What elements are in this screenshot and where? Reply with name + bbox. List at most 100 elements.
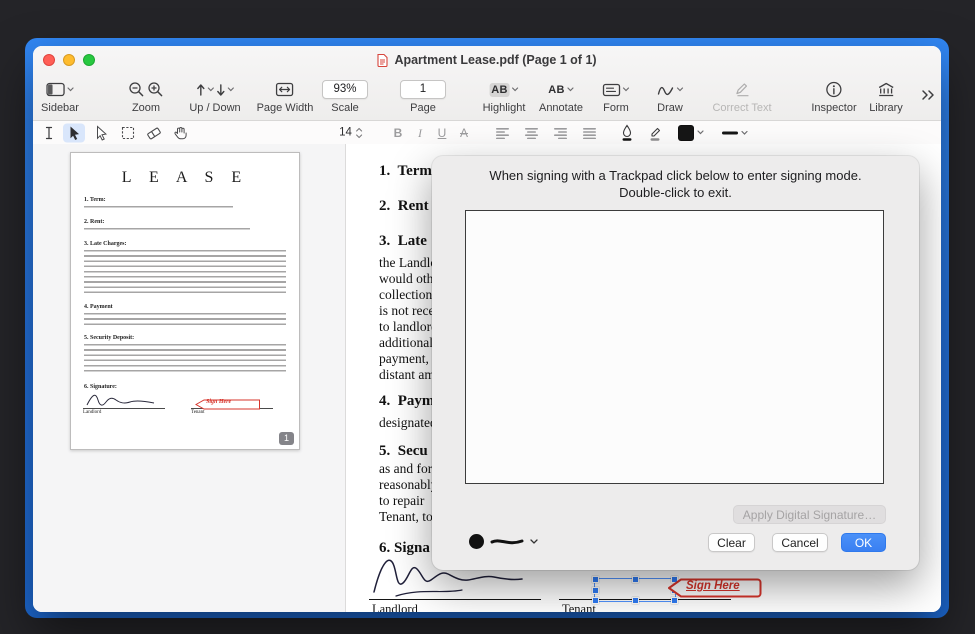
text-select-tool[interactable] <box>45 126 54 140</box>
toolbar-inspector-button[interactable]: Inspector <box>811 80 856 114</box>
align-right-button[interactable] <box>554 127 568 139</box>
stroke-options-chevron-icon[interactable] <box>530 539 538 545</box>
align-left-icon <box>496 127 510 139</box>
marquee-select-tool[interactable] <box>122 126 135 139</box>
toolbar-pagewidth-button[interactable]: Page Width <box>257 80 314 114</box>
marker-icon <box>649 124 662 141</box>
thumbnail-landlord-label: Landlord <box>83 410 101 415</box>
toolbar-draw-button[interactable]: Draw <box>657 80 684 114</box>
titlebar: Apartment Lease.pdf (Page 1 of 1) <box>33 46 941 74</box>
thumbnail-text-lines <box>84 344 286 374</box>
arrow-down-icon <box>216 83 225 97</box>
toolbar-zoom-buttons[interactable]: Zoom <box>128 80 164 114</box>
align-left-button[interactable] <box>496 127 510 139</box>
thumbnail-clause: 5. Security Deposit: <box>84 335 286 374</box>
draw-icon <box>657 80 684 99</box>
chevron-down-icon <box>227 87 234 92</box>
doc-heading: 5. Secu <box>379 443 428 459</box>
hand-icon <box>175 126 188 140</box>
thumbnail-sign-here-flag: Sign Here <box>195 397 261 408</box>
color-swatch-button[interactable] <box>678 125 704 141</box>
app-window: Apartment Lease.pdf (Page 1 of 1) Sideba… <box>33 46 941 612</box>
arrow-up-icon <box>196 83 205 97</box>
pointer-tool-selected[interactable] <box>63 123 85 142</box>
doc-heading: 2. Rent <box>379 198 429 214</box>
toolbar-overflow-button[interactable] <box>921 88 935 106</box>
align-justify-button[interactable] <box>583 127 597 139</box>
cancel-button[interactable]: Cancel <box>772 533 828 552</box>
inspector-icon <box>826 80 843 99</box>
page-thumbnail[interactable]: L E A S E 1. Term: 2. Rent: 3. Late Char… <box>70 152 300 450</box>
main-toolbar: Sidebar Zoom Up / Do <box>33 74 941 120</box>
double-chevron-right-icon <box>921 89 935 101</box>
font-size-stepper[interactable]: 14 <box>339 126 363 139</box>
toolbar-library-button[interactable]: Library <box>869 80 903 114</box>
thumbnail-text-lines <box>84 250 286 294</box>
underline-button[interactable]: U <box>438 127 447 139</box>
eraser-tool[interactable] <box>147 126 162 139</box>
doc-text-line: payment, <box>379 351 429 367</box>
page-width-icon <box>276 80 294 99</box>
selection-handle[interactable] <box>592 576 599 583</box>
thumbnail-sidebar: L E A S E 1. Term: 2. Rent: 3. Late Char… <box>33 144 346 612</box>
selection-handle[interactable] <box>592 587 599 594</box>
ink-color-dot[interactable] <box>469 534 484 549</box>
annotation-pointer-tool[interactable] <box>95 125 107 140</box>
correct-text-icon <box>734 80 750 99</box>
bold-button[interactable]: B <box>394 127 403 139</box>
toolbar-annotate-button[interactable]: AB Annotate <box>539 80 583 114</box>
strikethrough-button[interactable]: A <box>460 127 468 139</box>
apply-digital-signature-button[interactable]: Apply Digital Signature… <box>733 505 886 524</box>
doc-text-line: additional <box>379 335 433 351</box>
thumbnail-tenant-label: Tenant <box>191 410 205 415</box>
page-value-box[interactable]: 1 <box>400 80 446 99</box>
align-center-button[interactable] <box>525 127 539 139</box>
clear-button[interactable]: Clear <box>708 533 755 552</box>
scale-value-box[interactable]: 93% <box>322 80 368 99</box>
doc-text-line: distant am <box>379 367 435 383</box>
thumbnail-lease-title: L E A S E <box>71 169 299 187</box>
toolbar-scale-control: 93% Scale <box>322 80 368 114</box>
pdf-file-icon <box>377 53 388 67</box>
window-title: Apartment Lease.pdf (Page 1 of 1) <box>33 46 941 74</box>
selection-handle[interactable] <box>671 597 678 604</box>
chevron-down-icon <box>67 87 74 92</box>
thumbnail-clause: 2. Rent: <box>84 219 286 231</box>
dialog-instruction-line1: When signing with a Trackpad click below… <box>432 168 919 183</box>
library-icon <box>877 80 895 99</box>
selection-handle[interactable] <box>632 576 639 583</box>
thumbnail-clause: 4. Payment <box>84 304 286 325</box>
toolbar-highlight-button[interactable]: AB Highlight <box>483 80 526 114</box>
doc-text-line: Tenant, to <box>379 509 433 525</box>
fill-color-button[interactable] <box>649 124 662 141</box>
black-color-swatch <box>678 125 694 141</box>
toolbar-correct-text-button[interactable]: Correct Text <box>712 80 771 114</box>
tenant-label: Tenant <box>562 602 596 612</box>
ink-color-button[interactable] <box>621 124 634 141</box>
italic-button[interactable]: I <box>418 127 422 139</box>
selection-handle[interactable] <box>592 597 599 604</box>
eraser-icon <box>147 126 162 139</box>
doc-heading: 3. Late <box>379 233 427 249</box>
font-size-value: 14 <box>339 127 352 139</box>
ok-button[interactable]: OK <box>841 533 886 552</box>
signature-field-selection[interactable] <box>594 578 676 602</box>
dashed-rect-icon <box>122 126 135 139</box>
trackpad-signature-dialog: When signing with a Trackpad click below… <box>432 156 919 570</box>
selection-handle[interactable] <box>632 597 639 604</box>
doc-text-line: reasonably <box>379 477 437 493</box>
toolbar-updown-buttons[interactable]: Up / Down <box>189 80 240 114</box>
align-center-icon <box>525 127 539 139</box>
sign-here-flag[interactable]: Sign Here <box>668 578 762 598</box>
hand-tool[interactable] <box>175 126 188 140</box>
toolbar-sidebar-button[interactable]: Sidebar <box>41 80 79 114</box>
align-right-icon <box>554 127 568 139</box>
stroke-width-preview[interactable] <box>490 536 524 548</box>
sidebar-icon <box>46 80 74 99</box>
sign-here-label: Sign Here <box>686 580 740 592</box>
line-style-button[interactable] <box>722 130 748 135</box>
chevron-down-icon <box>677 87 684 92</box>
toolbar-form-button[interactable]: Form <box>603 80 630 114</box>
signature-drawing-area[interactable] <box>465 210 884 484</box>
cursor-icon <box>68 125 80 140</box>
